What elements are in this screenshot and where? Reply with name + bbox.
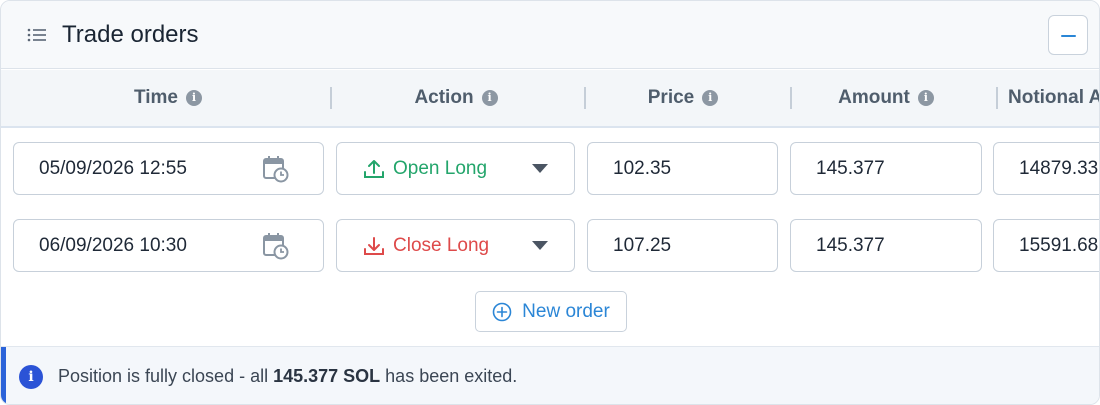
column-header-notional: Notional A (1008, 70, 1100, 126)
column-header-time: Time i (13, 70, 323, 126)
trade-orders-panel: Trade orders Time i Action i Price i Amount… (0, 0, 1100, 405)
alert-message: Position is fully closed - all 145.377 S… (58, 366, 517, 387)
plus-circle-icon (492, 302, 512, 321)
collapse-button[interactable] (1048, 15, 1088, 55)
status-alert: i Position is fully closed - all 145.377… (1, 346, 1099, 404)
price-input[interactable]: 102.35 (587, 142, 778, 195)
time-field[interactable]: 05/09/2026 12:55 (13, 142, 324, 195)
action-select[interactable]: Open Long (336, 142, 575, 195)
new-order-label: New order (522, 300, 610, 322)
info-icon: i (19, 365, 43, 389)
column-label: Action (414, 87, 474, 108)
action-value: Close Long (393, 234, 490, 256)
column-divider (584, 87, 586, 109)
action-select[interactable]: Close Long (336, 219, 575, 272)
info-icon[interactable]: i (702, 90, 719, 106)
info-icon[interactable]: i (481, 90, 498, 106)
price-value: 102.35 (613, 157, 672, 179)
panel-header: Trade orders (1, 1, 1099, 69)
calendar-clock-icon[interactable] (263, 155, 289, 183)
column-header-amount: Amount i (791, 70, 981, 126)
column-divider (996, 87, 998, 109)
notional-input[interactable]: 14879.33 (993, 142, 1099, 195)
notional-value: 15591.683 (1019, 234, 1100, 256)
amount-input[interactable]: 145.377 (790, 219, 982, 272)
new-order-button[interactable]: New order (475, 291, 627, 332)
column-label: Price (647, 87, 695, 108)
amount-value: 145.377 (816, 234, 885, 256)
amount-input[interactable]: 145.377 (790, 142, 982, 195)
alert-suffix: has been exited. (380, 366, 518, 386)
info-icon[interactable]: i (917, 90, 934, 106)
time-field[interactable]: 06/09/2026 10:30 (13, 219, 324, 272)
caret-down-icon (532, 164, 548, 173)
alert-prefix: Position is fully closed - all (58, 366, 274, 386)
action-value: Open Long (393, 157, 488, 179)
price-input[interactable]: 107.25 (587, 219, 778, 272)
list-icon (27, 28, 46, 42)
column-header-price: Price i (588, 70, 778, 126)
page-title: Trade orders (62, 21, 199, 48)
notional-input[interactable]: 15591.683 (993, 219, 1100, 272)
column-label: Amount (838, 87, 910, 108)
amount-value: 145.377 (816, 157, 885, 179)
notional-value: 14879.33 (1019, 157, 1099, 179)
column-divider (330, 87, 332, 109)
info-icon[interactable]: i (186, 90, 202, 106)
price-value: 107.25 (613, 234, 672, 256)
column-header-action: Action i (337, 70, 575, 126)
column-label: Time (133, 87, 178, 108)
download-arrow-icon (364, 236, 384, 255)
alert-highlight: 145.377 SOL (273, 366, 381, 386)
upload-arrow-icon (364, 159, 384, 178)
time-value: 05/09/2026 12:55 (39, 157, 187, 179)
caret-down-icon (532, 241, 548, 250)
time-value: 06/09/2026 10:30 (39, 234, 187, 256)
alert-accent-bar (1, 347, 6, 404)
calendar-clock-icon[interactable] (263, 232, 289, 260)
column-label: Notional A (1008, 87, 1100, 108)
table-header: Time i Action i Price i Amount i Notional A (1, 70, 1100, 128)
